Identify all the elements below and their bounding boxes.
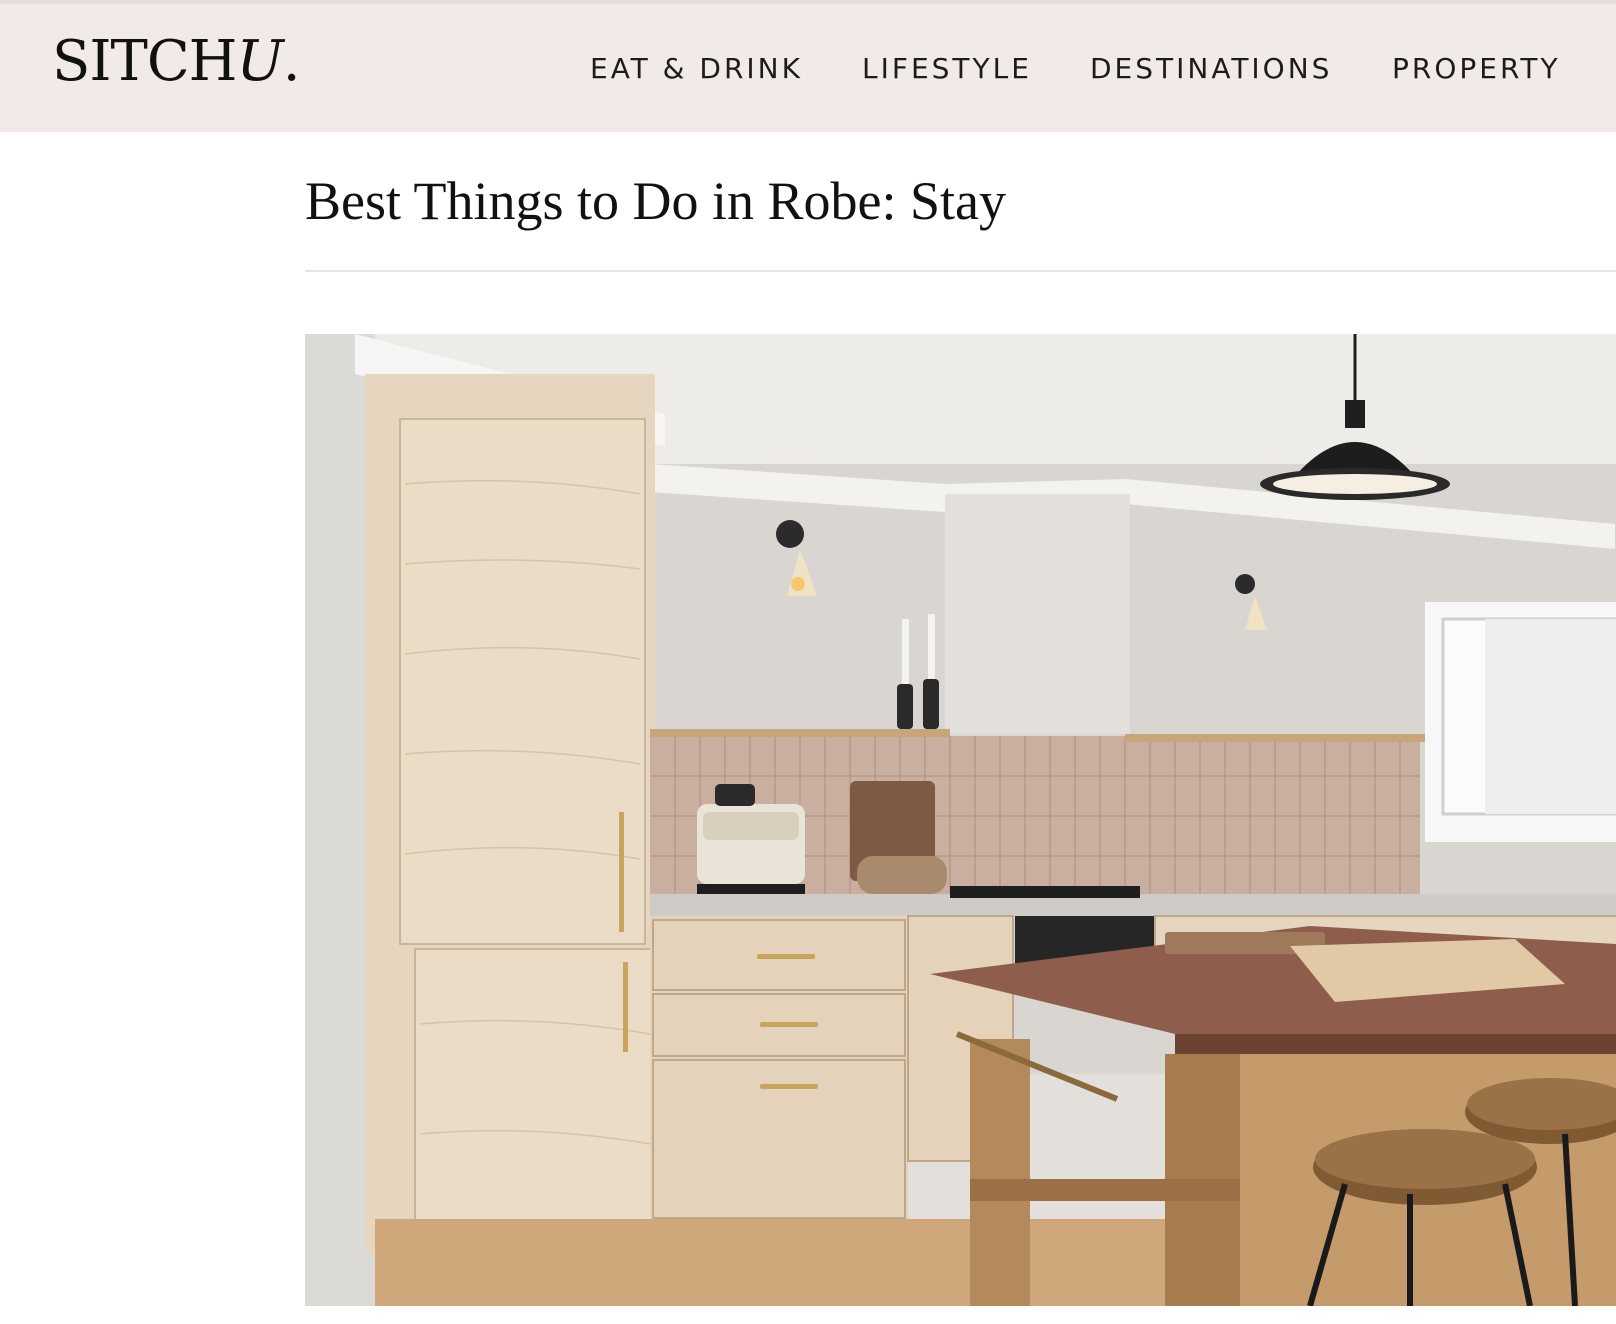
hero-image-kitchen (305, 334, 1616, 1306)
logo-dot: . (282, 29, 301, 94)
article-title: Best Things to Do in Robe: Stay (305, 171, 1007, 231)
title-divider (305, 270, 1616, 272)
main-nav: EAT & DRINK LIFESTYLE DESTINATIONS PROPE… (566, 52, 1616, 92)
nav-item-destinations[interactable]: DESTINATIONS (1090, 52, 1332, 85)
nav-item-lifestyle[interactable]: LIFESTYLE (862, 52, 1032, 85)
nav-item-property[interactable]: PROPERTY (1392, 52, 1561, 85)
site-logo[interactable]: SITCHU. (52, 34, 301, 90)
logo-italic-u: U (236, 29, 284, 94)
nav-item-eat-drink[interactable]: EAT & DRINK (590, 52, 803, 85)
logo-text: SITCH (52, 29, 238, 94)
site-header: SITCHU. EAT & DRINK LIFESTYLE DESTINATIO… (0, 4, 1616, 132)
